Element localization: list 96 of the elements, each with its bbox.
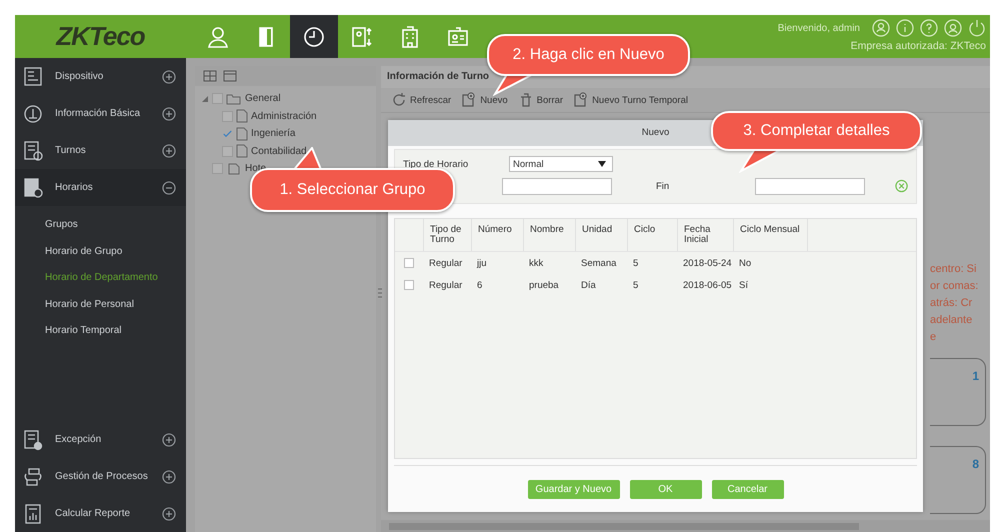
expander-icon[interactable] — [201, 94, 209, 103]
checkbox[interactable] — [212, 93, 223, 104]
background-text: e — [930, 330, 938, 345]
file-icon — [236, 126, 248, 141]
toolbar-button[interactable]: Nuevo — [459, 92, 510, 108]
sidebar-item[interactable]: Excepción — [15, 421, 186, 458]
device-icon — [23, 66, 43, 88]
tree-item[interactable]: Ingeniería — [251, 128, 296, 140]
expand-icon[interactable] — [162, 70, 176, 84]
count-card: 1 — [930, 358, 986, 426]
logo: ZKTeco — [54, 20, 146, 53]
tree-item[interactable]: General — [245, 93, 281, 104]
field-label: Tipo de Horario — [403, 158, 470, 170]
sidebar-subitem[interactable]: Horario de Personal — [15, 292, 186, 318]
field-label: Fin — [654, 180, 670, 192]
power-icon[interactable] — [968, 19, 986, 37]
sidebar-item[interactable]: Turnos — [15, 132, 186, 169]
column-header: Tipo de Turno — [424, 219, 472, 251]
collapse-all-icon[interactable] — [223, 70, 237, 82]
expand-icon[interactable] — [162, 144, 176, 158]
sidebar-item[interactable]: Dispositivo — [15, 58, 186, 95]
schedule-type-select[interactable]: Normal — [509, 156, 613, 172]
company-text: Empresa autorizada: ZKTeco — [850, 40, 986, 52]
checkbox[interactable] — [222, 146, 233, 157]
table-cell-text: jju — [476, 258, 488, 268]
table-cell-text: Sí — [738, 280, 749, 290]
table-cell-text: 6 — [476, 280, 484, 290]
refresh-icon — [391, 92, 407, 108]
document-icon — [23, 176, 43, 198]
background-text: atrás: Cr — [930, 296, 974, 311]
toolbar-button[interactable]: Nuevo Turno Temporal — [571, 92, 690, 108]
user-icon[interactable] — [872, 19, 890, 37]
expand-icon[interactable] — [162, 506, 176, 520]
folder-icon — [226, 92, 242, 105]
sidebar-subitem[interactable]: Horario Temporal — [15, 318, 186, 344]
clock-icon — [302, 24, 326, 48]
help-icon[interactable] — [920, 19, 938, 37]
person-icon — [206, 24, 230, 48]
clear-icon[interactable] — [894, 179, 908, 193]
checkbox[interactable] — [222, 128, 233, 140]
file-icon — [236, 109, 248, 124]
document-icon — [23, 428, 43, 450]
toolbar-button[interactable]: Borrar — [516, 92, 566, 108]
collapse-icon[interactable] — [162, 180, 176, 194]
end-input[interactable] — [754, 178, 865, 194]
report-icon — [23, 502, 43, 524]
welcome-text: Bienvenido, admin — [778, 22, 860, 34]
row-checkbox[interactable] — [404, 258, 414, 268]
new-document-icon — [461, 92, 478, 108]
sidebar-subitem[interactable]: Grupos — [15, 212, 186, 238]
checkbox[interactable] — [222, 110, 233, 122]
sidebar-subitem[interactable]: Horario de Grupo — [15, 238, 186, 265]
process-icon — [23, 466, 43, 488]
background-text: centro: Si — [930, 262, 978, 277]
file-icon — [226, 162, 242, 175]
checkbox[interactable] — [212, 163, 223, 174]
column-header: Ciclo Mensual — [734, 219, 808, 251]
expand-all-icon[interactable] — [203, 70, 217, 82]
count-card: 8 — [930, 446, 986, 514]
sidebar-item[interactable]: Gestión de Procesos — [15, 458, 186, 495]
table-cell-text: 2018-06-05 — [682, 280, 733, 290]
table-cell-text: Semana — [580, 258, 618, 268]
table-cell-text: Regular — [428, 280, 464, 290]
background-text: or comas: — [930, 279, 980, 294]
nav-tab[interactable] — [290, 15, 338, 58]
table-cell-text: Día — [580, 280, 597, 290]
table-cell-text: kkk — [528, 258, 544, 268]
file-icon — [236, 144, 248, 158]
column-header: Ciclo — [628, 219, 678, 251]
sidebar-subitem[interactable]: Horario de Departamento — [15, 265, 186, 292]
table-cell-text: No — [738, 258, 752, 268]
row-checkbox[interactable] — [404, 280, 414, 290]
table-cell-text: 2018-05-24 — [682, 258, 733, 268]
table-cell-text: 5 — [632, 280, 640, 290]
sidebar-item[interactable]: Información Básica — [15, 95, 186, 132]
dropdown-icon — [598, 161, 606, 167]
table-cell-text: Regular — [428, 258, 464, 268]
table-cell-text: prueba — [528, 280, 560, 290]
id-card-icon — [446, 24, 470, 48]
column-header: Número — [472, 219, 524, 251]
toolbar-button[interactable]: Refrescar — [389, 92, 454, 108]
tree-item[interactable]: Contabilidad — [251, 146, 307, 157]
column-header: Nombre — [524, 219, 576, 251]
elevator-icon — [350, 24, 374, 48]
table-cell-text: 5 — [632, 258, 640, 268]
expand-icon[interactable] — [162, 106, 176, 120]
new-document-icon — [573, 92, 590, 108]
column-header: Unidad — [576, 219, 628, 251]
column-header: Fecha Inicial — [678, 219, 734, 251]
expand-icon[interactable] — [162, 432, 176, 446]
background-text: adelante — [930, 313, 974, 328]
account-icon[interactable] — [944, 19, 962, 37]
start-input[interactable] — [502, 178, 612, 194]
expand-icon[interactable] — [162, 470, 176, 484]
sidebar-item[interactable]: Calcular Reporte — [15, 495, 186, 532]
tree-item[interactable]: Administración — [251, 110, 317, 122]
